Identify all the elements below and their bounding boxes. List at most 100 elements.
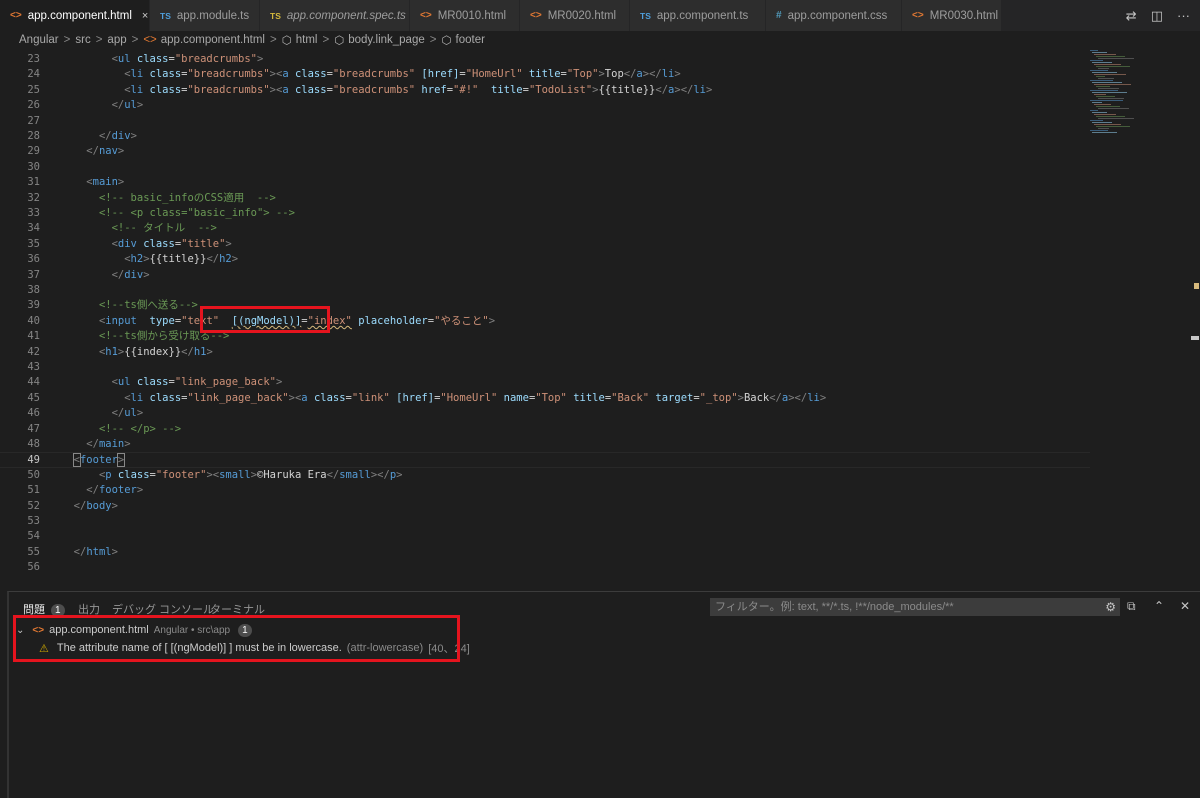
minimap-line	[1098, 88, 1119, 89]
tab-mr0020-html[interactable]: <> MR0020.html	[520, 0, 630, 31]
code-editor[interactable]: 23 <ul class="breadcrumbs"> 24 <li class=…	[0, 50, 1200, 590]
code-line[interactable]: 50 <p class="footer"><small>©Haruka Era<…	[0, 468, 1090, 483]
code-line[interactable]: 31 <main>	[0, 175, 1090, 190]
breadcrumb-item[interactable]: footer	[456, 34, 485, 46]
breadcrumb-item[interactable]: html	[296, 34, 318, 46]
line-number: 55	[27, 545, 40, 558]
split-editor-icon[interactable]: ◫	[1151, 8, 1163, 24]
tab-app-component-spec-ts[interactable]: TS app.component.spec.ts	[260, 0, 410, 31]
minimap-line	[1098, 58, 1134, 59]
minimap-line	[1090, 70, 1108, 71]
filter-placeholder: フィルター。例: text, **/*.ts, !**/node_modules…	[715, 601, 954, 613]
code-line[interactable]: 38	[0, 283, 1090, 298]
code-line[interactable]: 49 <footer>	[0, 452, 1090, 468]
breadcrumb-item[interactable]: app.component.html	[161, 34, 265, 46]
minimap-line	[1092, 112, 1107, 113]
line-number: 42	[27, 345, 40, 358]
code-line[interactable]: 47 <!-- </p> -->	[0, 422, 1090, 437]
code-line[interactable]: 55 </html>	[0, 545, 1090, 560]
code-text: <main>	[86, 176, 125, 189]
breadcrumb-item[interactable]: Angular	[19, 34, 59, 46]
maximize-panel-icon[interactable]: ⌃	[1154, 599, 1164, 613]
line-number: 31	[27, 176, 40, 189]
tab-app-component-ts[interactable]: TS app.component.ts	[630, 0, 766, 31]
editor-scrollbar[interactable]	[1190, 50, 1200, 590]
chevron-down-icon[interactable]: ⌄	[16, 625, 24, 636]
line-number: 44	[27, 376, 40, 389]
tab-output[interactable]: 出力	[78, 601, 100, 617]
code-line[interactable]: 33 <!-- <p class="basic_info"> -->	[0, 206, 1090, 221]
code-line[interactable]: 28 </div>	[0, 129, 1090, 144]
code-line[interactable]: 24 <li class="breadcrumbs"><a class="bre…	[0, 67, 1090, 82]
code-line[interactable]: 51 </footer>	[0, 483, 1090, 498]
minimap-line	[1094, 124, 1121, 125]
code-line[interactable]: 41 <!--ts側から受け取る-->	[0, 329, 1090, 344]
minimap-line	[1090, 110, 1098, 111]
minimap-line	[1094, 74, 1126, 75]
minimap[interactable]	[1088, 50, 1188, 150]
tab-app-module-ts[interactable]: TS app.module.ts	[150, 0, 260, 31]
tab-app-component-css[interactable]: # app.component.css	[766, 0, 902, 31]
minimap-line	[1092, 82, 1122, 83]
code-line[interactable]: 23 <ul class="breadcrumbs">	[0, 52, 1090, 67]
code-line[interactable]: 39 <!--ts側へ送る-->	[0, 298, 1090, 313]
breadcrumb-separator: >	[131, 33, 139, 46]
code-line[interactable]: 48 </main>	[0, 437, 1090, 452]
code-line[interactable]: 54	[0, 529, 1090, 544]
code-line[interactable]: 25 <li class="breadcrumbs"><a class="bre…	[0, 83, 1090, 98]
close-icon[interactable]: ×	[142, 10, 148, 22]
tab-mr0030-html[interactable]: <> MR0030.html	[902, 0, 1002, 31]
tab-mr0010-html[interactable]: <> MR0010.html	[410, 0, 520, 31]
code-line[interactable]: 52 </body>	[0, 499, 1090, 514]
breadcrumb-item[interactable]: app	[107, 34, 126, 46]
code-text: <!-- </p> -->	[98, 422, 182, 435]
breadcrumb-item[interactable]: body.link_page	[348, 34, 425, 46]
code-line[interactable]: 53	[0, 514, 1090, 529]
code-line[interactable]: 42 <h1>{{index}}</h1>	[0, 345, 1090, 360]
line-number: 37	[27, 268, 40, 281]
code-line[interactable]: 43	[0, 360, 1090, 375]
line-number: 54	[27, 530, 40, 543]
compare-icon[interactable]: ⇄	[1126, 8, 1137, 24]
code-line[interactable]: 30	[0, 160, 1090, 175]
line-number: 40	[27, 314, 40, 327]
line-number: 53	[27, 515, 40, 527]
minimap-line	[1098, 108, 1129, 109]
problem-item[interactable]: ⚠ The attribute name of [ [(ngModel)] ] …	[39, 639, 470, 657]
tab-debug-console[interactable]: デバッグ コンソール	[112, 601, 214, 617]
minimap-line	[1092, 52, 1107, 53]
tab-app-component-html[interactable]: <> app.component.html ×	[0, 0, 150, 31]
css-file-icon: #	[776, 10, 782, 21]
tab-label: app.component.ts	[656, 9, 749, 22]
code-line[interactable]: 56	[0, 560, 1090, 575]
tab-problems[interactable]: 問題 1	[23, 601, 65, 617]
collapse-all-icon[interactable]: ⧉	[1127, 599, 1136, 614]
tab-label: MR0010.html	[437, 9, 507, 22]
problem-file-row[interactable]: ⌄ <> app.component.html Angular • src\ap…	[16, 621, 252, 639]
code-line[interactable]: 37 </div>	[0, 268, 1090, 283]
code-line[interactable]: 34 <!-- タイトル -->	[0, 221, 1090, 236]
close-panel-icon[interactable]: ✕	[1180, 599, 1190, 613]
code-line[interactable]: 46 </ul>	[0, 406, 1090, 421]
code-line[interactable]: 35 <div class="title">	[0, 237, 1090, 252]
more-actions-icon[interactable]: ···	[1177, 8, 1190, 23]
line-number: 26	[27, 99, 40, 112]
filter-icon[interactable]: ⚙	[1105, 598, 1116, 616]
code-line[interactable]: 29 </nav>	[0, 144, 1090, 159]
code-line[interactable]: 45 <li class="link_page_back"><a class="…	[0, 391, 1090, 406]
code-line[interactable]: 26 </ul>	[0, 98, 1090, 113]
minimap-line	[1094, 84, 1131, 85]
code-line[interactable]: 44 <ul class="link_page_back">	[0, 375, 1090, 390]
minimap-line	[1096, 76, 1105, 77]
problems-filter-input[interactable]: フィルター。例: text, **/*.ts, !**/node_modules…	[710, 598, 1120, 616]
code-line[interactable]: 40 <input type="text" [(ngModel)]="index…	[0, 314, 1090, 329]
tab-terminal[interactable]: ターミナル	[210, 601, 265, 617]
code-line[interactable]: 36 <h2>{{title}}</h2>	[0, 252, 1090, 267]
minimap-line	[1090, 130, 1108, 131]
minimap-line	[1092, 72, 1117, 73]
code-line[interactable]: 32 <!-- basic_infoのCSS適用 -->	[0, 191, 1090, 206]
breadcrumb-separator: >	[95, 33, 103, 46]
code-line[interactable]: 27	[0, 114, 1090, 129]
breadcrumb-item[interactable]: src	[75, 34, 90, 46]
problem-file-count-badge: 1	[238, 623, 252, 637]
